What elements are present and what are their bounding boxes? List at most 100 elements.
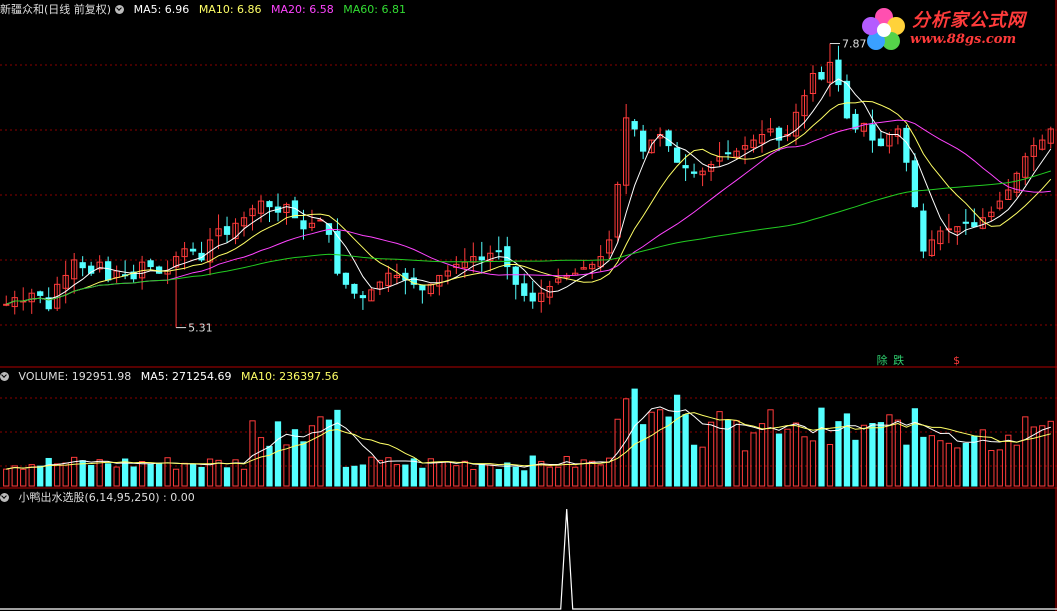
- volume-bar: [274, 421, 282, 487]
- ma10-legend: MA10: 6.86: [198, 3, 262, 16]
- volume-bar: [512, 466, 519, 487]
- event-marker: $: [953, 354, 960, 367]
- volume-bar: [257, 437, 265, 487]
- candle-body: [3, 303, 10, 306]
- volume-bar: [988, 450, 995, 487]
- settings-toggle-icon[interactable]: [0, 372, 9, 381]
- volume-bar: [351, 465, 358, 487]
- candle-body: [877, 138, 885, 147]
- volume-bar: [300, 441, 307, 487]
- volume-bar: [656, 409, 664, 487]
- volume-bar: [181, 462, 188, 487]
- volume-bar: [1039, 425, 1046, 487]
- volume-bar: [640, 424, 647, 487]
- ma20-line: [6, 119, 1051, 305]
- volume-bar: [843, 413, 851, 487]
- stock-chart-canvas[interactable]: 7.875.31除跌 $: [0, 0, 1057, 611]
- volume-bar: [826, 444, 834, 487]
- volume-bar: [648, 411, 655, 487]
- volume-ma5-line: [6, 406, 1051, 470]
- volume-legend: VOLUME: 192951.98: [18, 370, 132, 383]
- volume-bar: [724, 419, 732, 487]
- volume-bar: [88, 464, 95, 487]
- volume-bar: [402, 464, 409, 487]
- volume-bar: [665, 416, 672, 487]
- volume-bar: [979, 429, 986, 487]
- volume-bar: [249, 420, 256, 487]
- volume-bar: [572, 466, 579, 487]
- volume-bar: [521, 470, 528, 487]
- candle-body: [504, 246, 511, 268]
- candle-body: [920, 210, 927, 252]
- volume-bar: [164, 457, 171, 487]
- volume-bar: [818, 407, 825, 487]
- settings-toggle-icon[interactable]: [115, 5, 125, 14]
- candle-body: [971, 222, 978, 228]
- candle-body: [631, 121, 638, 130]
- volume-bar: [198, 466, 205, 487]
- volume-bar: [589, 460, 596, 487]
- volume-bar: [1022, 416, 1029, 487]
- candle-body: [300, 220, 307, 230]
- volume-bar: [11, 465, 18, 487]
- volume-bar: [215, 459, 222, 487]
- volume-bar: [291, 429, 299, 487]
- candle-body: [79, 262, 86, 269]
- volume-bar: [928, 435, 935, 487]
- candle-body: [665, 130, 672, 147]
- volume-bar: [419, 467, 426, 487]
- volume-bar: [631, 388, 638, 487]
- volume-bar: [962, 442, 969, 487]
- volume-bar: [37, 465, 44, 487]
- volume-bar: [105, 463, 112, 487]
- volume-bar: [903, 444, 910, 487]
- candle-body: [155, 266, 163, 274]
- ma5-legend: MA5: 6.96: [133, 3, 190, 16]
- candle-body: [478, 256, 485, 261]
- candle-body: [724, 152, 732, 155]
- volume-bar: [894, 419, 902, 487]
- candle-body: [521, 283, 528, 296]
- ma60-line: [6, 170, 1051, 305]
- ma60-legend: MA60: 6.81: [343, 3, 406, 16]
- volume-bar: [368, 456, 375, 487]
- flower-logo-icon: [862, 8, 905, 50]
- volume-bar: [45, 457, 52, 487]
- volume-bar: [138, 461, 146, 487]
- main-chart-header: 新疆众和(日线 前复权) MA5: 6.96 MA10: 6.86 MA20: …: [0, 2, 412, 18]
- volume-ma5-legend: MA5: 271254.69: [140, 370, 232, 383]
- volume-bar: [410, 458, 417, 487]
- candle-body: [843, 80, 851, 119]
- volume-bar: [478, 463, 485, 487]
- volume-ma10-line: [6, 412, 1051, 470]
- ma20-legend: MA20: 6.58: [271, 3, 334, 16]
- volume-bar: [1005, 434, 1012, 487]
- candle-body: [673, 147, 681, 163]
- volume-bar: [767, 409, 774, 487]
- indicator-header: 小鸭出水选股(6,14,95,250) : 0.00: [0, 490, 201, 506]
- candle-body: [640, 130, 647, 152]
- volume-bar: [801, 436, 808, 487]
- settings-toggle-icon[interactable]: [0, 493, 9, 502]
- volume-bar: [495, 468, 502, 487]
- volume-bar: [3, 468, 10, 487]
- candle-body: [189, 248, 197, 252]
- candle-body: [147, 260, 154, 268]
- volume-bar: [393, 464, 401, 487]
- volume-bar: [147, 463, 154, 487]
- watermark-url: www.88gs.com: [910, 32, 1017, 47]
- candle-body: [351, 283, 358, 294]
- volume-bar: [20, 468, 27, 487]
- volume-bar: [223, 467, 231, 487]
- candle-body: [495, 250, 502, 253]
- volume-bar: [690, 444, 698, 487]
- volume-bar: [529, 455, 536, 487]
- volume-bar: [266, 445, 273, 487]
- volume-bar: [673, 394, 681, 487]
- volume-bar: [563, 455, 570, 487]
- candle-body: [512, 266, 519, 285]
- volume-bar: [733, 420, 740, 487]
- candle-body: [835, 59, 842, 86]
- event-marker: 除: [877, 353, 888, 367]
- candle-body: [682, 165, 689, 169]
